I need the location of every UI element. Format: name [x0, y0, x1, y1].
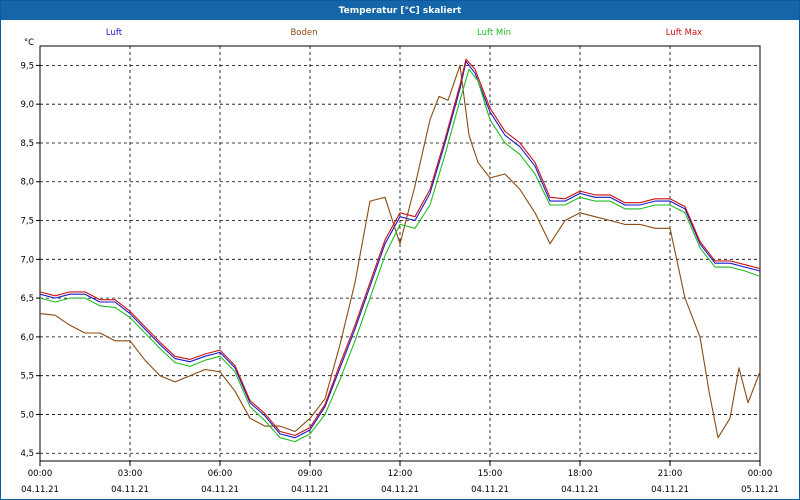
x-tick-time-label: 06:00	[208, 469, 233, 479]
x-tick-date-label: 04.11.21	[21, 485, 59, 495]
legend-item-luft: Luft	[106, 28, 123, 38]
x-tick-time-label: 15:00	[478, 469, 503, 479]
x-tick-time-label: 00:00	[28, 469, 53, 479]
x-tick-time-label: 00:00	[748, 469, 773, 479]
x-tick-date-label: 05.11.21	[741, 485, 779, 495]
x-tick-date-label: 04.11.21	[201, 485, 239, 495]
y-axis-unit: °C	[24, 38, 34, 48]
x-tick-time-label: 12:00	[388, 469, 413, 479]
y-tick-label: 9,0	[20, 100, 34, 110]
temperature-chart: Luft Boden Luft Min Luft Max 9,5 9,0 8,5 8,0 7,…	[20, 28, 779, 495]
x-tick-date-label: 04.11.21	[471, 485, 509, 495]
x-tick-date-label: 04.11.21	[111, 485, 149, 495]
x-tick-time-label: 18:00	[568, 469, 593, 479]
x-tick-time-label: 09:00	[298, 469, 323, 479]
y-tick-label: 7,5	[20, 217, 34, 227]
x-tick-date-label: 04.11.21	[651, 485, 689, 495]
y-tick-label: 6,0	[20, 333, 34, 343]
chart-title: Temperatur [°C] skaliert	[1, 1, 799, 20]
y-tick-label: 5,5	[20, 372, 34, 382]
legend-item-luft-max: Luft Max	[666, 28, 702, 38]
series-line-luft	[39, 60, 761, 439]
y-tick-label: 8,0	[20, 178, 34, 188]
x-tick-date-label: 04.11.21	[291, 485, 329, 495]
y-tick-label: 5,0	[20, 410, 34, 420]
y-tick-label: 8,5	[20, 139, 34, 149]
legend-item-luft-min: Luft Min	[477, 28, 511, 38]
x-tick-time-label: 03:00	[118, 469, 143, 479]
x-tick-date-label: 04.11.21	[381, 485, 419, 495]
y-axis: 9,5 9,0 8,5 8,0 7,5 7,0 6,5 6,0 5,5 5,0 4,5 °C	[20, 38, 40, 459]
y-tick-label: 7,0	[20, 255, 34, 265]
y-tick-label: 4,5	[20, 449, 34, 459]
y-tick-label: 9,5	[20, 61, 34, 71]
legend-item-boden: Boden	[290, 28, 317, 38]
x-tick-date-label: 04.11.21	[561, 485, 599, 495]
y-tick-label: 6,5	[20, 294, 34, 304]
x-axis: 00:00 04.11.21 03:00 04.11.21 06:00 04.11.21 0…	[21, 461, 779, 495]
x-tick-time-label: 21:00	[658, 469, 683, 479]
chart-window: Temperatur [°C] skaliert Luft Boden Luft M…	[0, 0, 800, 500]
legend: Luft Boden Luft Min Luft Max	[106, 28, 702, 38]
grid	[40, 46, 760, 461]
